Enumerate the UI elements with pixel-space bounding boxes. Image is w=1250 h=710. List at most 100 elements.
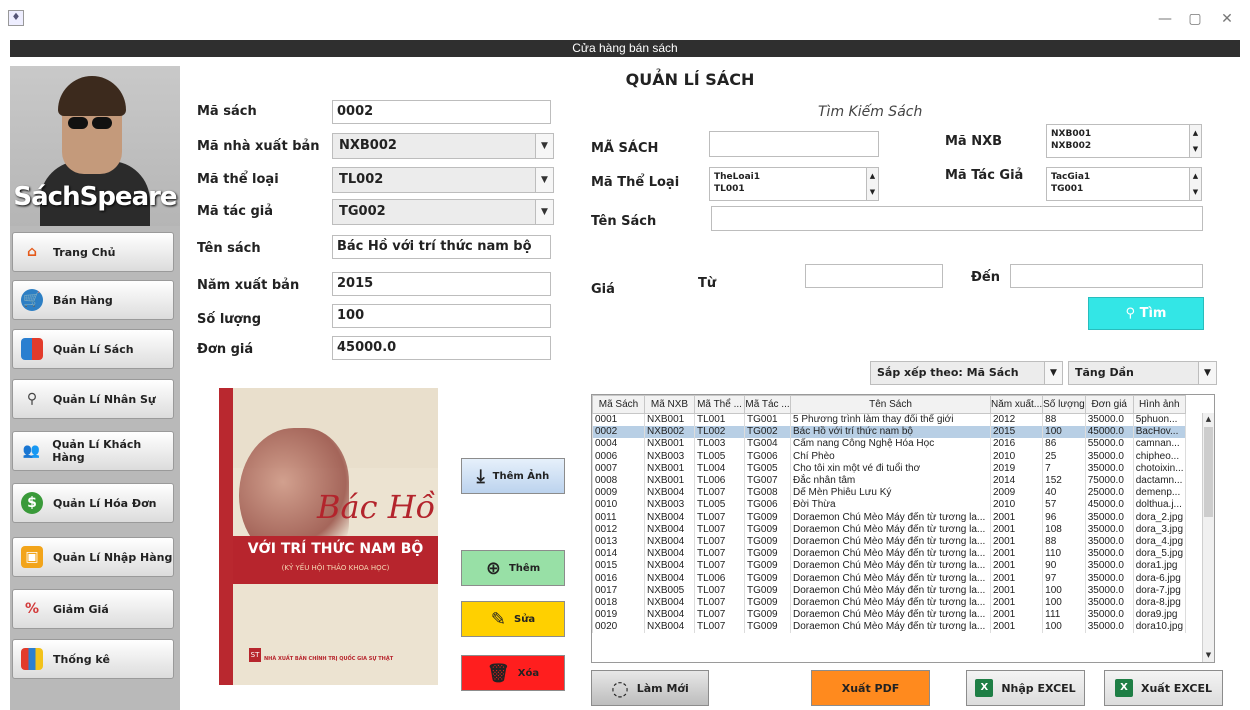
column-header[interactable]: Số lượng (1042, 395, 1086, 414)
search-ma-the-loai-list[interactable]: TheLoai1 TL001 ▲ ▼ (709, 167, 879, 201)
table-cell: 97 (1042, 571, 1086, 585)
table-row[interactable]: 0017 NXB005 TL007 TG009 Doraemon Chú Mèo Máy… (592, 584, 1186, 597)
minimize-button[interactable]: — (1150, 8, 1180, 30)
table-cell: 88 (1042, 413, 1086, 426)
table-row[interactable]: 0004 NXB001 TL003 TG004 Cẩm nang Công Nghệ H… (592, 437, 1186, 451)
sidebar-item-quan-li-sach[interactable]: Quản Lí Sách (12, 329, 174, 369)
search-ma-nxb-label: Mã NXB (945, 134, 1003, 149)
table-cell: 2001 (989, 596, 1044, 609)
table-row[interactable]: 0002 NXB002 TL002 TG002 Bác Hồ với trí thức … (592, 425, 1186, 438)
chart-icon (21, 648, 43, 670)
table-cell: NXB003 (644, 498, 695, 511)
column-header[interactable]: Mã NXB (644, 395, 695, 414)
table-row[interactable]: 0020 NXB004 TL007 TG009 Doraemon Chú Mèo Máy… (592, 620, 1186, 633)
ma-the-loai-select[interactable]: TL002 ▼ (332, 167, 554, 193)
gia-tu-input[interactable] (805, 264, 943, 288)
column-header[interactable]: Năm xuất... (989, 395, 1044, 414)
maximize-button[interactable]: ▢ (1180, 8, 1210, 30)
scroll-up-icon[interactable]: ▲ (1203, 413, 1214, 425)
spinner-arrows-icon[interactable]: ▲ ▼ (866, 168, 878, 200)
search-ten-sach-input[interactable] (711, 206, 1203, 231)
ten-sach-field[interactable]: Bác Hồ với trí thức nam bộ (332, 235, 551, 259)
column-header[interactable]: Đơn giá (1084, 395, 1134, 414)
table-row[interactable]: 0014 NXB004 TL007 TG009 Doraemon Chú Mèo Máy… (592, 547, 1186, 560)
pencil-icon: ✎ (490, 608, 506, 630)
spinner-arrows-icon[interactable]: ▲ ▼ (1189, 168, 1201, 200)
column-header[interactable]: Tên Sách (790, 395, 991, 414)
them-button[interactable]: ⊕ Thêm (461, 550, 565, 586)
close-button[interactable]: ✕ (1212, 8, 1242, 30)
table-scrollbar[interactable]: ▲ ▼ (1202, 413, 1214, 662)
column-header[interactable]: Mã Sách (592, 395, 645, 414)
xuat-excel-button[interactable]: X Xuất EXCEL (1104, 670, 1223, 706)
table-cell: dora_5.jpg (1132, 547, 1186, 560)
sidebar-item-quan-li-khach-hang[interactable]: 👥 Quản Lí Khách Hàng (12, 431, 174, 471)
so-luong-field[interactable]: 100 (332, 304, 551, 328)
table-row[interactable]: 0016 NXB004 TL006 TG009 Doraemon Chú Mèo Máy… (592, 571, 1186, 585)
table-row[interactable]: 0001 NXB001 TL001 TG001 5 Phương trình làm t… (592, 413, 1186, 426)
table-cell: 90 (1042, 559, 1086, 572)
table-cell: TL006 (694, 474, 745, 487)
table-cell: camnan... (1132, 437, 1186, 451)
ma-nxb-value: NXB002 (339, 138, 397, 153)
sort-by-select[interactable]: Sắp xếp theo: Mã Sách ▼ (870, 361, 1063, 385)
search-ten-sach-label: Tên Sách (591, 214, 657, 229)
don-gia-field[interactable]: 45000.0 (332, 336, 551, 360)
customers-icon: 👥 (22, 443, 41, 459)
table-cell: TG008 (744, 486, 791, 499)
xoa-button[interactable]: 🗑 Xóa (461, 655, 565, 691)
tim-button[interactable]: ⚲ Tìm (1088, 297, 1204, 330)
table-cell: TL005 (694, 450, 745, 463)
table-row[interactable]: 0019 NXB004 TL007 TG009 Doraemon Chú Mèo Máy… (592, 608, 1186, 621)
ma-nxb-select[interactable]: NXB002 ▼ (332, 133, 554, 159)
column-header[interactable]: Mã Tác ... (744, 395, 791, 414)
sidebar-item-giam-gia[interactable]: % Giảm Giá (12, 589, 174, 629)
download-arrow-icon: ⤓ (476, 465, 485, 487)
table-row[interactable]: 0008 NXB001 TL006 TG007 Đắc nhân tâm 2014 152 7… (592, 474, 1186, 487)
column-header[interactable]: Mã Thể ... (694, 395, 745, 414)
ma-tac-gia-select[interactable]: TG002 ▼ (332, 199, 554, 225)
xuat-pdf-button[interactable]: Xuất PDF (811, 670, 930, 706)
table-cell: Doraemon Chú Mèo Máy đến từ tương la... (790, 559, 991, 572)
table-cell: TL004 (694, 462, 745, 475)
lam-moi-button[interactable]: ◌ Làm Mới (591, 670, 709, 706)
table-cell: 100 (1042, 620, 1086, 633)
scroll-down-icon[interactable]: ▼ (1203, 649, 1214, 661)
table-row[interactable]: 0018 NXB004 TL007 TG009 Doraemon Chú Mèo Máy… (592, 596, 1186, 609)
nam-xb-field[interactable]: 2015 (332, 272, 551, 296)
books-table[interactable]: Mã Sách Mã NXB Mã Thể ... Mã Tác ... Tên Sác… (591, 394, 1215, 663)
search-ma-sach-input[interactable] (709, 131, 879, 157)
table-row[interactable]: 0013 NXB004 TL007 TG009 Doraemon Chú Mèo Máy… (592, 535, 1186, 548)
search-ma-nxb-list[interactable]: NXB001 NXB002 ▲ ▼ (1046, 124, 1202, 158)
table-cell: 0020 (592, 620, 645, 633)
spinner-arrows-icon[interactable]: ▲ ▼ (1189, 125, 1201, 157)
gia-den-input[interactable] (1010, 264, 1203, 288)
scrollbar-thumb[interactable] (1204, 427, 1213, 517)
table-cell: 100 (1042, 596, 1086, 609)
ma-nxb-label: Mã nhà xuất bản (197, 139, 320, 154)
sidebar-item-thong-ke[interactable]: Thống kê (12, 639, 174, 679)
table-cell: Đắc nhân tâm (790, 474, 991, 487)
search-title: Tìm Kiếm Sách (818, 104, 923, 120)
table-row[interactable]: 0015 NXB004 TL007 TG009 Doraemon Chú Mèo Máy… (592, 559, 1186, 572)
table-row[interactable]: 0012 NXB004 TL007 TG009 Doraemon Chú Mèo Máy… (592, 523, 1186, 536)
sidebar-item-quan-li-nhan-su[interactable]: ⚲ Quản Lí Nhân Sự (12, 379, 174, 419)
nhap-excel-button[interactable]: X Nhập EXCEL (966, 670, 1085, 706)
table-cell: 2001 (989, 584, 1044, 597)
table-row[interactable]: 0006 NXB003 TL005 TG006 Chí Phèo 2010 25 35000.… (592, 450, 1186, 463)
them-anh-button[interactable]: ⤓ Thêm Ảnh (461, 458, 565, 494)
column-header[interactable]: Hình ảnh (1132, 395, 1186, 414)
sidebar-item-trang-chu[interactable]: ⌂ Trang Chủ (12, 232, 174, 272)
sidebar-item-ban-hang[interactable]: 🛒 Bán Hàng (12, 280, 174, 320)
sort-order-select[interactable]: Tăng Dần ▼ (1068, 361, 1217, 385)
search-ma-tac-gia-list[interactable]: TacGia1 TG001 ▲ ▼ (1046, 167, 1202, 201)
table-row[interactable]: 0010 NXB003 TL005 TG006 Đời Thừa 2010 57 45000.… (592, 498, 1186, 511)
table-row[interactable]: 0007 NXB001 TL004 TG005 Cho tôi xin một vé đ… (592, 462, 1186, 475)
ma-sach-field[interactable]: 0002 (332, 100, 551, 124)
sidebar-item-quan-li-nhap-hang[interactable]: ▣ Quản Lí Nhập Hàng (12, 537, 174, 577)
sua-button[interactable]: ✎ Sửa (461, 601, 565, 637)
table-cell: 35000.0 (1084, 511, 1134, 524)
sidebar-item-quan-li-hoa-don[interactable]: $ Quản Lí Hóa Đơn (12, 483, 174, 523)
table-row[interactable]: 0009 NXB004 TL007 TG008 Dế Mèn Phiêu Lưu Ký 2… (592, 486, 1186, 499)
table-row[interactable]: 0011 NXB004 TL007 TG009 Doraemon Chú Mèo Máy… (592, 511, 1186, 524)
